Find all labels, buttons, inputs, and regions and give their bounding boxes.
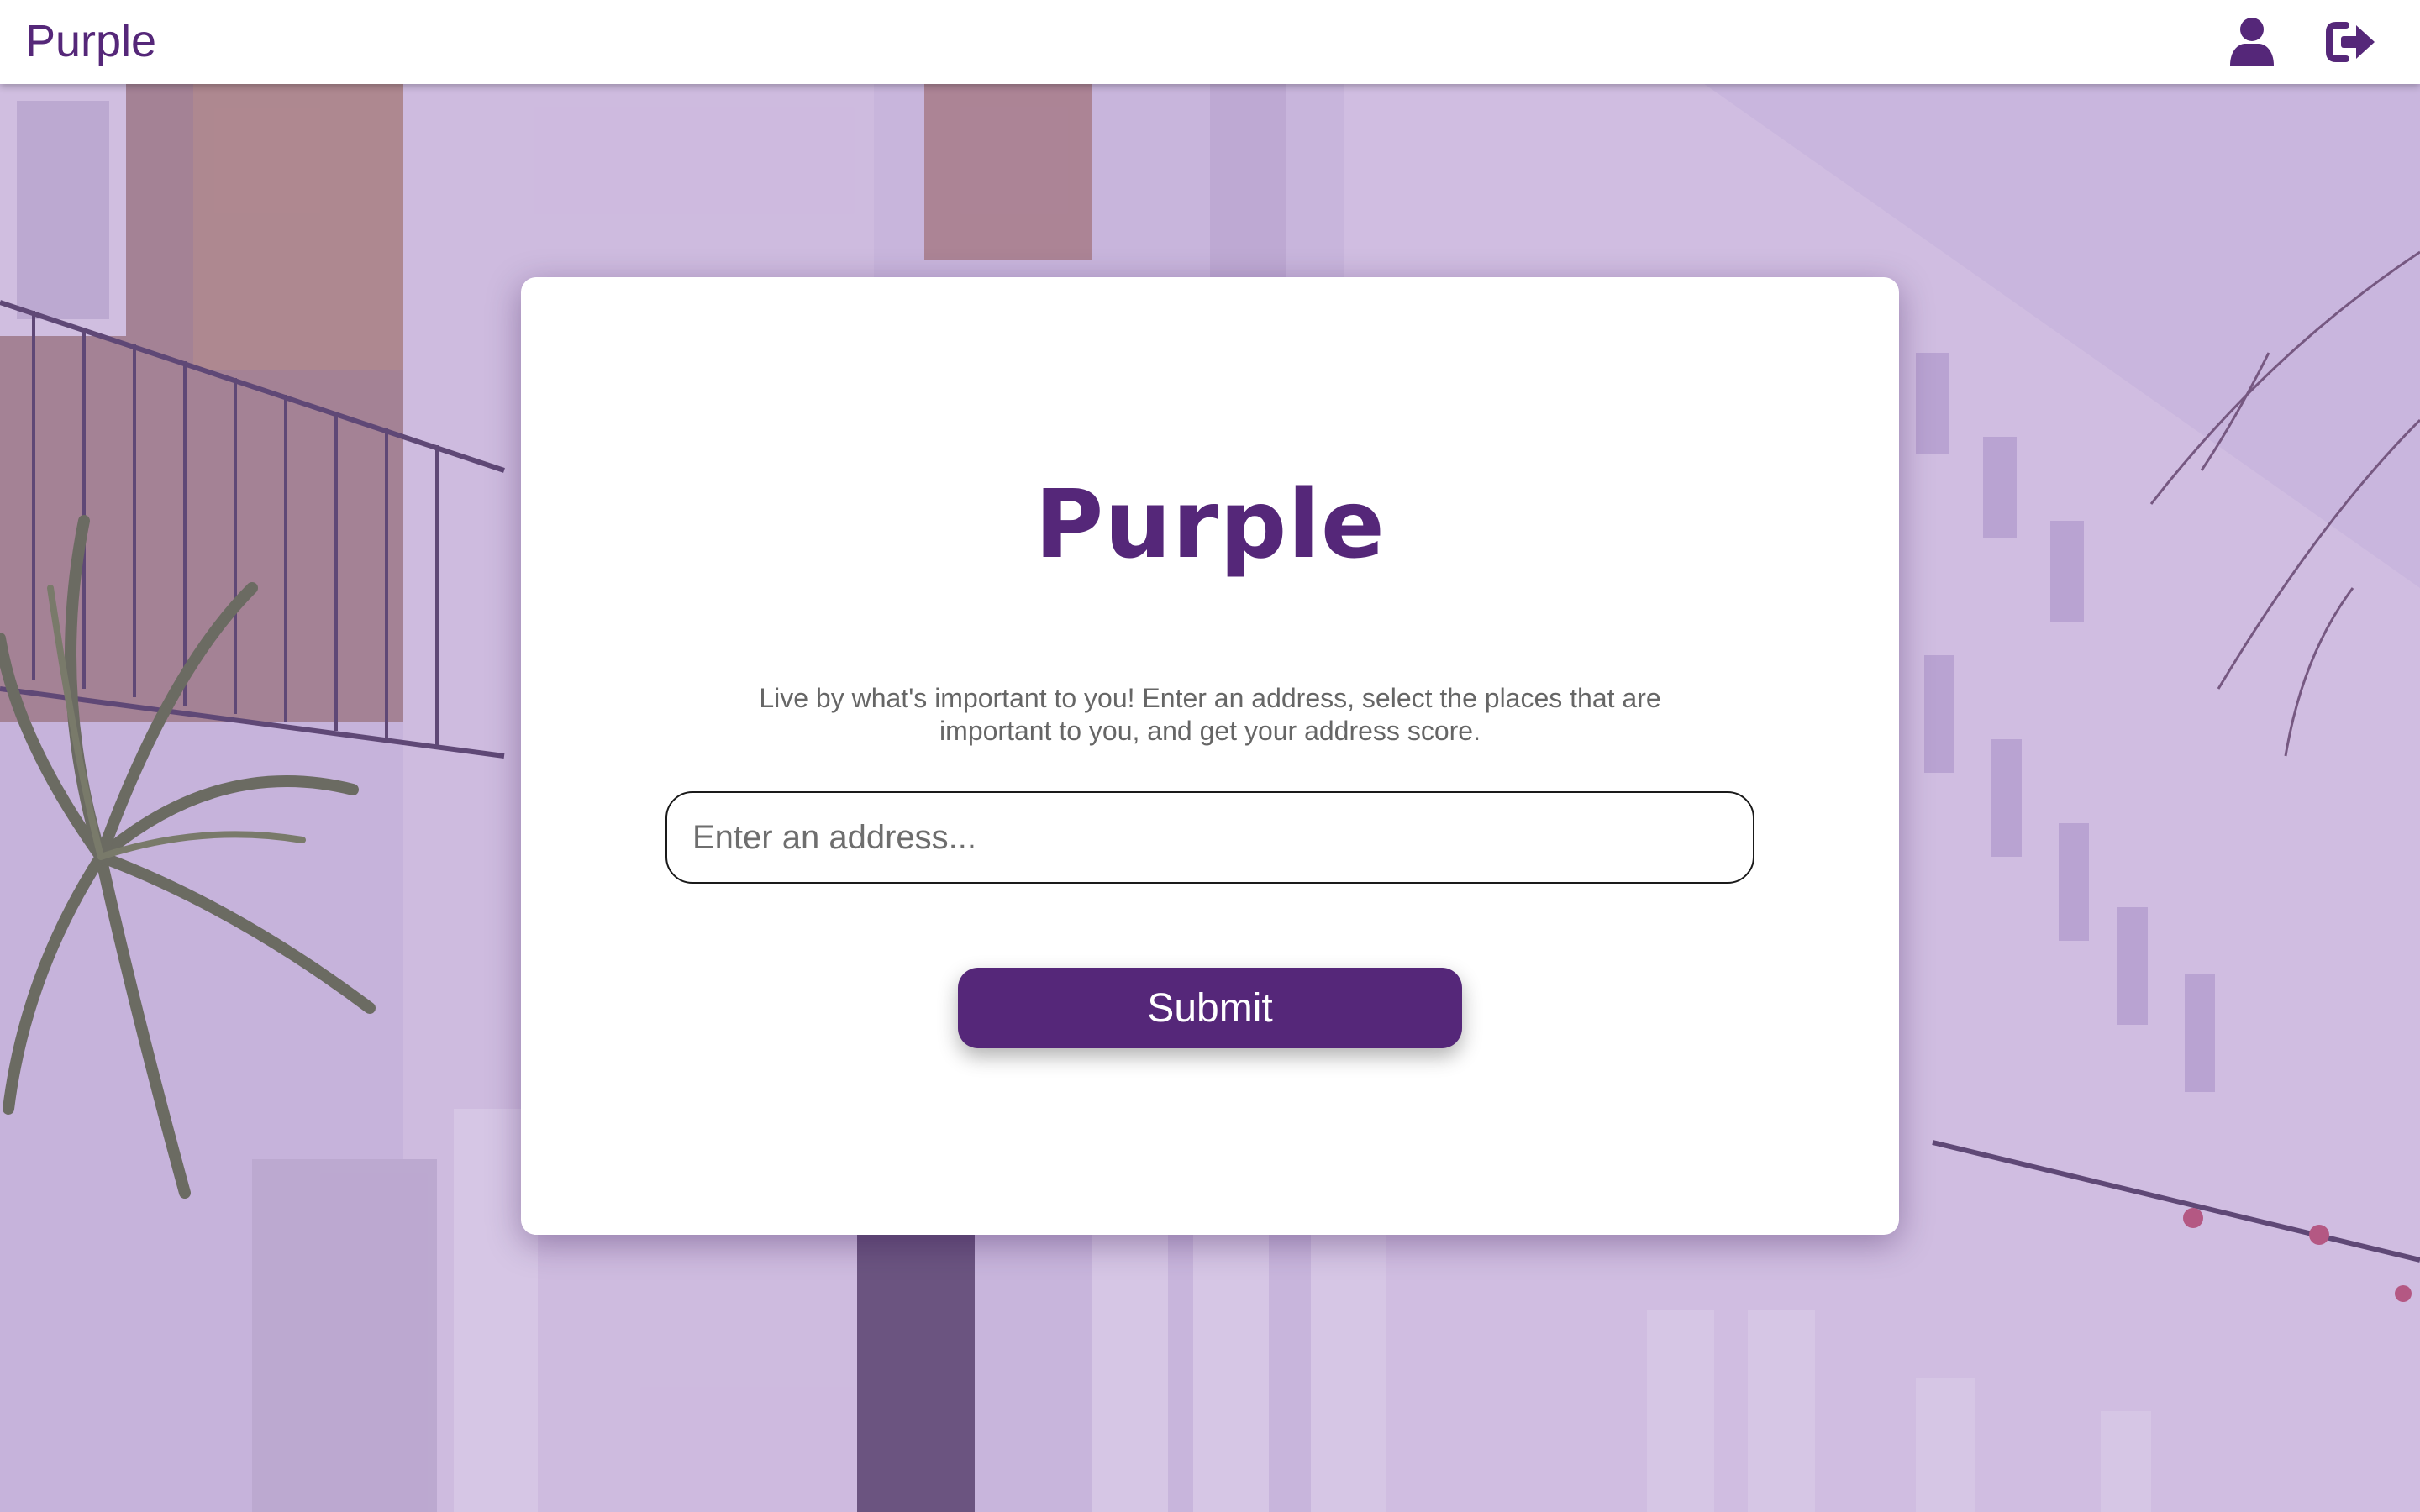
profile-button[interactable]: [2225, 15, 2279, 69]
page-title: Purple: [1034, 470, 1386, 580]
logout-button[interactable]: [2324, 15, 2378, 69]
sign-out-icon: [2326, 22, 2375, 62]
description-text: Live by what's important to you! Enter a…: [759, 683, 1661, 746]
submit-button[interactable]: Submit: [958, 968, 1462, 1048]
address-search-card: Purple Live by what's important to you! …: [521, 277, 1899, 1235]
address-input[interactable]: [666, 791, 1754, 884]
brand-logo-text[interactable]: Purple: [25, 12, 156, 71]
user-icon: [2230, 18, 2274, 66]
top-nav-bar: Purple: [0, 0, 2420, 84]
